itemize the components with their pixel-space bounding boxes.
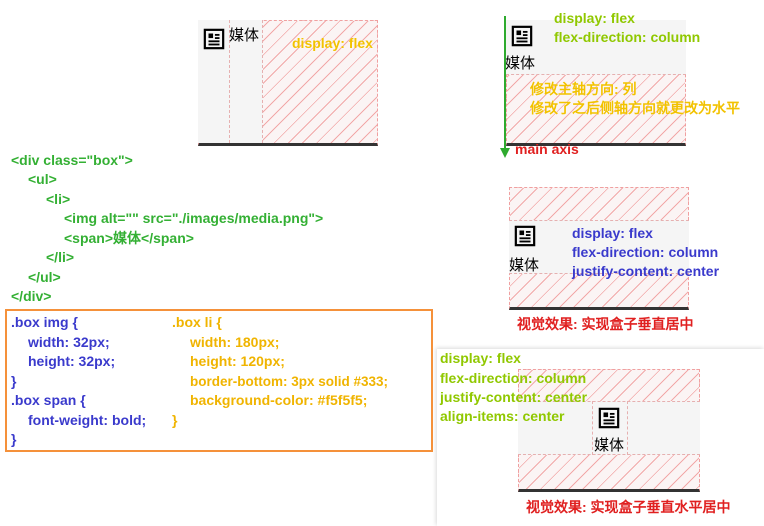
- css-code-line: border-bottom: 3px solid #333;: [190, 374, 389, 389]
- css-code-line: background-color: #f5f5f5;: [190, 392, 368, 408]
- css-code-line: }: [11, 431, 17, 447]
- html-code-line: </ul>: [28, 269, 61, 285]
- media-label: 媒体: [509, 256, 540, 274]
- example4-note-line1: display: flex: [440, 350, 521, 366]
- media-icon: [514, 225, 536, 247]
- example4-note-line4: align-items: center: [440, 408, 565, 424]
- css-code-line: width: 32px;: [28, 334, 110, 350]
- html-code-line: <div class="box">: [11, 152, 133, 168]
- html-code-line: </div>: [11, 288, 52, 304]
- css-code-line: width: 180px;: [190, 334, 280, 350]
- media-icon: [203, 28, 225, 50]
- html-code-line: <li>: [46, 191, 71, 207]
- css-code-line: height: 32px;: [28, 353, 116, 369]
- main-axis-arrow: [500, 16, 510, 158]
- html-code-line: </li>: [46, 249, 75, 265]
- css-code-line: .box img {: [11, 314, 78, 330]
- css-code-line: .box span {: [11, 392, 86, 408]
- example2-note-line2: flex-direction: column: [554, 29, 701, 45]
- example4-note-line3: justify-content: center: [440, 389, 588, 405]
- css-code-line: }: [11, 373, 17, 389]
- media-label: 媒体: [594, 436, 625, 454]
- css-code-line: font-weight: bold;: [28, 412, 147, 428]
- example1-note: display: flex: [292, 35, 373, 51]
- example3-note-line1: display: flex: [572, 225, 653, 241]
- media-icon: [598, 407, 620, 429]
- html-code-line: <span>媒体</span>: [64, 230, 194, 246]
- example2-explain-line1: 修改主轴方向: 列: [530, 81, 637, 97]
- html-code-line: <img alt="" src="./images/media.png">: [64, 210, 324, 226]
- example3-note-line2: flex-direction: column: [572, 244, 719, 260]
- example4-note-line2: flex-direction: column: [440, 370, 587, 386]
- css-code-line: }: [172, 412, 178, 428]
- main-axis-label: main axis: [515, 141, 579, 157]
- example4-caption: 视觉效果: 实现盒子垂直水平居中: [526, 499, 731, 515]
- example2-explain-line2: 修改了之后侧轴方向就更改为水平: [530, 100, 740, 116]
- example3-caption: 视觉效果: 实现盒子垂直居中: [517, 316, 694, 332]
- css-code-line: height: 120px;: [190, 353, 285, 369]
- html-code-line: <ul>: [28, 171, 57, 187]
- media-icon: [511, 25, 533, 47]
- css-code-line: .box li {: [172, 314, 222, 330]
- media-label: 媒体: [229, 26, 260, 44]
- example3-note-line3: justify-content: center: [572, 263, 720, 279]
- example2-note-line1: display: flex: [554, 10, 635, 26]
